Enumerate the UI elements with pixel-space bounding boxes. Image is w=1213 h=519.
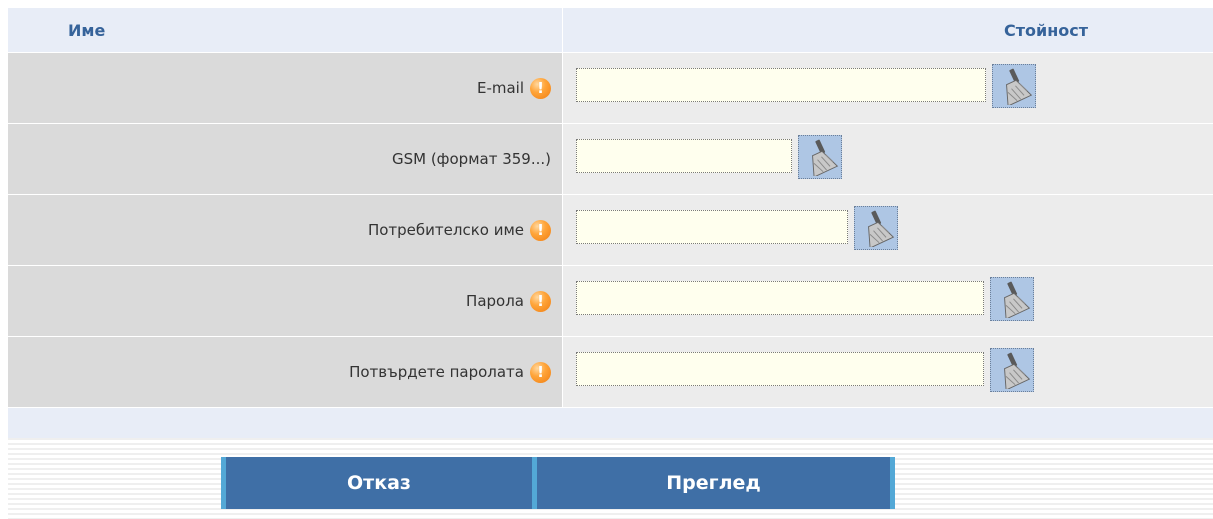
cancel-button[interactable]: Отказ bbox=[226, 457, 532, 509]
exclamation-icon: ! bbox=[530, 77, 551, 99]
broom-icon[interactable] bbox=[990, 277, 1034, 321]
gsm-input[interactable] bbox=[576, 139, 792, 173]
field-label-username: Потребителско име bbox=[367, 221, 524, 239]
broom-icon[interactable] bbox=[992, 64, 1036, 108]
header-value-column: Стойност bbox=[562, 8, 1213, 52]
field-label-email: E-mail bbox=[476, 79, 524, 97]
form-row-username: Потребителско име ! bbox=[8, 194, 1213, 265]
exclamation-icon: ! bbox=[530, 290, 551, 312]
form-row-confirm-password: Потвърдете паролата ! bbox=[8, 336, 1213, 407]
broom-icon[interactable] bbox=[854, 206, 898, 250]
exclamation-icon: ! bbox=[530, 361, 551, 383]
field-label-password: Парола bbox=[466, 292, 524, 310]
table-footer bbox=[8, 407, 1213, 438]
header-name-column: Име bbox=[8, 8, 562, 52]
registration-form-table: Име Стойност E-mail ! GSM (формат 359...… bbox=[8, 8, 1213, 438]
button-bar: Отказ Преглед bbox=[221, 457, 895, 509]
email-input[interactable] bbox=[576, 68, 986, 102]
password-input[interactable] bbox=[576, 281, 984, 315]
confirm-password-input[interactable] bbox=[576, 352, 984, 386]
field-label-confirm-password: Потвърдете паролата bbox=[349, 363, 524, 381]
exclamation-icon: ! bbox=[530, 219, 551, 241]
button-divider bbox=[890, 457, 895, 509]
table-header: Име Стойност bbox=[8, 8, 1213, 52]
username-input[interactable] bbox=[576, 210, 848, 244]
form-row-email: E-mail ! bbox=[8, 52, 1213, 123]
form-row-password: Парола ! bbox=[8, 265, 1213, 336]
broom-icon[interactable] bbox=[990, 348, 1034, 392]
form-row-gsm: GSM (формат 359...) bbox=[8, 123, 1213, 194]
field-label-gsm: GSM (формат 359...) bbox=[391, 150, 551, 168]
broom-icon[interactable] bbox=[798, 135, 842, 179]
preview-button[interactable]: Преглед bbox=[537, 457, 890, 509]
